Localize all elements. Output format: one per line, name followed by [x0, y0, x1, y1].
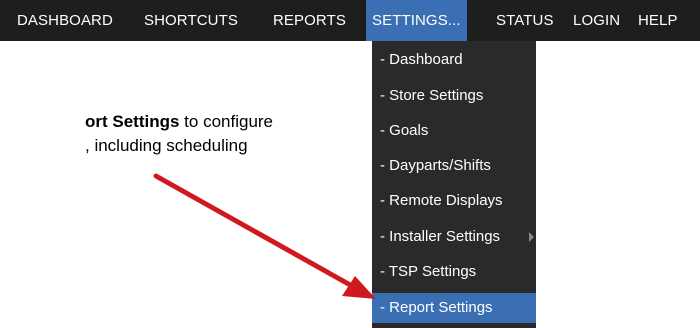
menu-item-dayparts-shifts[interactable]: - Dayparts/Shifts	[372, 151, 536, 181]
nav-item-status[interactable]: STATUS	[496, 0, 554, 41]
nav-item-shortcuts[interactable]: SHORTCUTS	[144, 0, 238, 41]
nav-item-settings[interactable]: SETTINGS...	[366, 0, 467, 41]
submenu-arrow-icon	[529, 232, 534, 242]
instruction-line-1: ort Settings to configure	[0, 110, 322, 134]
menu-item-remote-displays[interactable]: - Remote Displays	[372, 186, 536, 216]
settings-dropdown-menu: - Dashboard - Store Settings - Goals - D…	[372, 41, 536, 328]
nav-item-reports[interactable]: REPORTS	[273, 0, 346, 41]
top-nav-bar: DASHBOARD SHORTCUTS REPORTS SETTINGS... …	[0, 0, 700, 41]
menu-item-tsp-settings[interactable]: - TSP Settings	[372, 257, 536, 287]
nav-item-dashboard[interactable]: DASHBOARD	[17, 0, 113, 41]
red-arrow-icon	[153, 173, 376, 299]
menu-item-goals[interactable]: - Goals	[372, 116, 536, 146]
menu-item-installer-settings[interactable]: - Installer Settings	[372, 222, 536, 252]
menu-item-dashboard[interactable]: - Dashboard	[372, 45, 536, 75]
instruction-text: ort Settings to configure , including sc…	[0, 110, 322, 158]
page: DASHBOARD SHORTCUTS REPORTS SETTINGS... …	[0, 0, 700, 328]
nav-item-login[interactable]: LOGIN	[573, 0, 620, 41]
instruction-line-2: , including scheduling	[85, 136, 248, 155]
menu-item-store-settings[interactable]: - Store Settings	[372, 81, 536, 111]
instruction-line-1-rest: to configure	[179, 112, 274, 131]
menu-item-report-settings[interactable]: - Report Settings	[372, 293, 536, 323]
instruction-bold-term: ort Settings	[85, 112, 180, 131]
menu-item-installer-settings-label: - Installer Settings	[380, 228, 501, 245]
nav-item-help[interactable]: HELP	[638, 0, 678, 41]
